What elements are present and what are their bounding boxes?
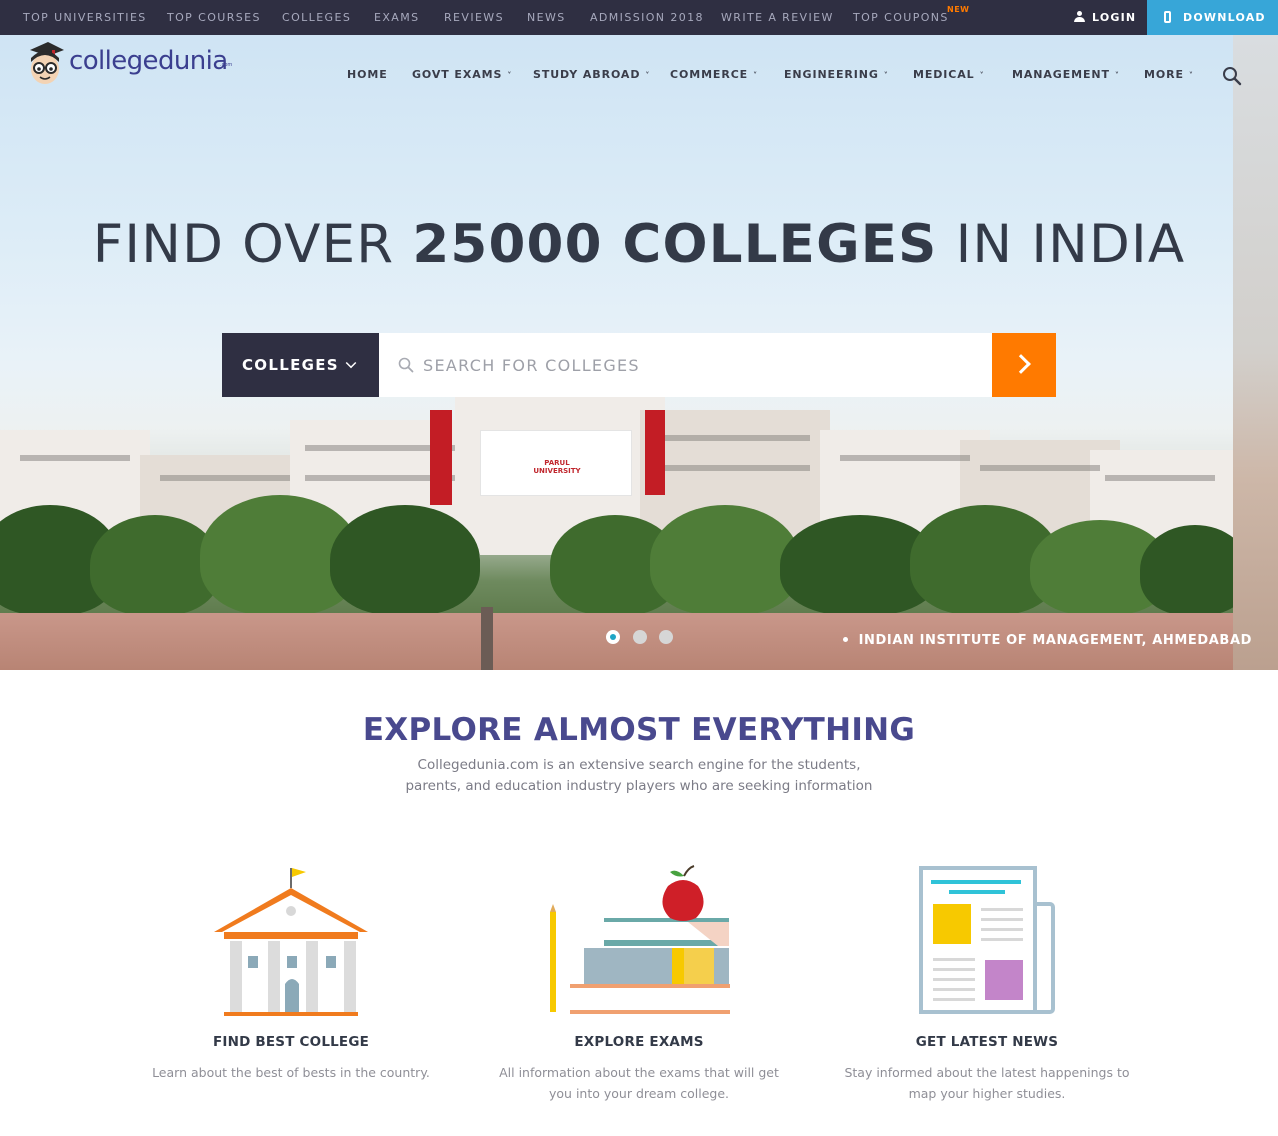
hero-headline: FIND OVER 25000 COLLEGES IN INDIA (92, 214, 1186, 275)
collegedunia-logo[interactable]: collegedunia .com (26, 40, 236, 88)
chevron-down-icon: ˅ (753, 71, 758, 80)
slider-dot-3[interactable] (659, 630, 673, 644)
card-title-get-latest-news[interactable]: GET LATEST NEWS (807, 1032, 1167, 1052)
card-desc-find-best-college: Learn about the best of bests in the cou… (152, 1065, 430, 1080)
nav-management[interactable]: MANAGEMENT ˅ (1012, 66, 1120, 84)
college-building-icon[interactable] (210, 864, 372, 1018)
search-box (379, 333, 992, 397)
card-desc-explore-exams: All information about the exams that wil… (499, 1065, 779, 1101)
search-submit-button[interactable] (992, 333, 1056, 397)
chevron-down-icon: ˅ (979, 71, 985, 80)
user-icon (1074, 11, 1085, 22)
search-icon (398, 357, 414, 373)
nav-engineering[interactable]: ENGINEERING ˅ (784, 66, 889, 84)
books-apple-icon[interactable] (548, 864, 732, 1018)
card-desc-get-latest-news: Stay informed about the latest happening… (844, 1065, 1130, 1101)
chevron-down-icon: ˅ (1114, 71, 1120, 80)
arrow-right-icon (1011, 354, 1031, 374)
top-link-top-courses[interactable]: TOP COURSES (167, 0, 261, 35)
nav-study-abroad[interactable]: STUDY ABROAD ˅ (533, 66, 650, 84)
nav-commerce[interactable]: COMMERCE ˅ (670, 66, 758, 84)
top-link-reviews[interactable]: REVIEWS (444, 0, 504, 35)
chevron-down-icon (345, 357, 357, 369)
top-bar: TOP UNIVERSITIES TOP COURSES COLLEGES EX… (0, 0, 1278, 35)
top-link-top-universities[interactable]: TOP UNIVERSITIES (23, 0, 147, 35)
search-category-dropdown[interactable]: COLLEGES (222, 333, 379, 397)
search-category-label: COLLEGES (242, 356, 339, 374)
university-sign: PARUL UNIVERSITY (480, 430, 632, 496)
explore-subtitle: Collegedunia.com is an extensive search … (405, 757, 873, 794)
search-icon[interactable] (1222, 66, 1242, 86)
login-label: LOGIN (1092, 11, 1137, 24)
nav-more[interactable]: MORE ˅ (1144, 66, 1194, 84)
logo-suffix: .com (220, 62, 233, 68)
slider-dot-2[interactable] (633, 630, 647, 644)
chevron-down-icon: ˅ (883, 71, 889, 80)
mobile-phone-icon (1164, 11, 1171, 23)
top-link-admission-2018[interactable]: ADMISSION 2018 (590, 0, 704, 35)
top-link-top-coupons[interactable]: TOP COUPONS (853, 0, 949, 35)
newspaper-icon[interactable] (917, 864, 1059, 1018)
chevron-down-icon: ˅ (645, 71, 651, 80)
logo-wordmark: collegedunia (69, 46, 228, 76)
search-input[interactable] (423, 333, 983, 397)
nav-home[interactable]: HOME (347, 66, 388, 84)
top-link-exams[interactable]: EXAMS (374, 0, 419, 35)
slider-dot-1[interactable] (606, 630, 620, 644)
card-title-explore-exams[interactable]: EXPLORE EXAMS (459, 1032, 819, 1052)
download-button[interactable]: DOWNLOAD (1147, 0, 1278, 35)
top-link-write-a-review[interactable]: WRITE A REVIEW (721, 0, 834, 35)
new-badge: NEW (947, 5, 970, 14)
slide-caption: INDIAN INSTITUTE OF MANAGEMENT, AHMEDABA… (843, 632, 1252, 650)
explore-title: EXPLORE ALMOST EVERYTHING (362, 712, 916, 748)
nav-govt-exams[interactable]: GOVT EXAMS ˅ (412, 66, 512, 84)
card-title-find-best-college[interactable]: FIND BEST COLLEGE (111, 1032, 471, 1052)
top-link-news[interactable]: NEWS (527, 0, 566, 35)
chevron-down-icon: ˅ (1188, 71, 1194, 80)
download-label: DOWNLOAD (1183, 11, 1266, 24)
top-link-colleges[interactable]: COLLEGES (282, 0, 351, 35)
nav-medical[interactable]: MEDICAL ˅ (913, 66, 985, 84)
login-button[interactable]: LOGIN (1074, 0, 1136, 35)
mascot-face-icon (30, 42, 64, 84)
chevron-down-icon: ˅ (507, 71, 513, 80)
